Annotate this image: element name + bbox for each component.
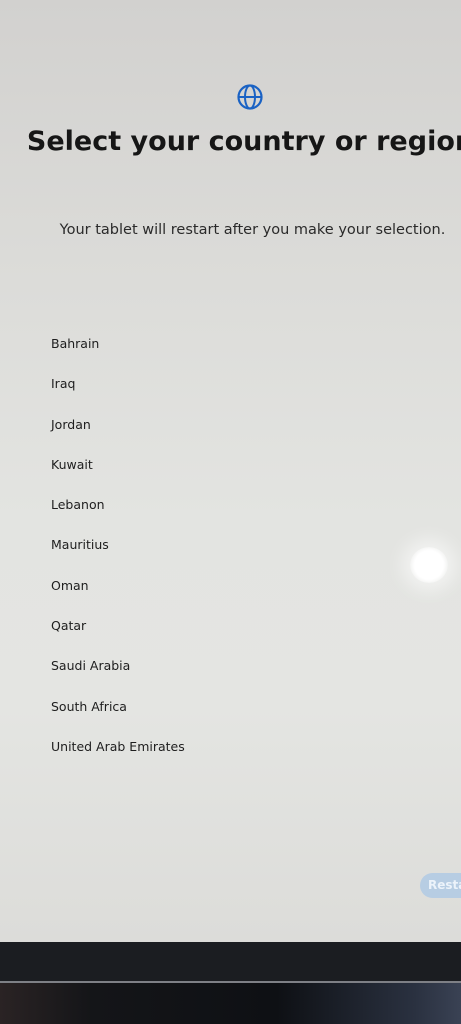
globe-icon bbox=[237, 84, 263, 110]
country-item[interactable]: Iraq bbox=[51, 372, 185, 412]
country-list: Bahrain Iraq Jordan Kuwait Lebanon Mauritius O… bbox=[51, 332, 185, 775]
country-item[interactable]: United Arab Emirates bbox=[51, 735, 185, 775]
country-item[interactable]: Mauritius bbox=[51, 533, 185, 573]
device-bezel bbox=[0, 942, 461, 982]
country-item[interactable]: Lebanon bbox=[51, 493, 185, 533]
restart-button[interactable]: Restart bbox=[420, 873, 461, 898]
country-item[interactable]: Saudi Arabia bbox=[51, 654, 185, 694]
country-item[interactable]: Jordan bbox=[51, 413, 185, 453]
country-item[interactable]: South Africa bbox=[51, 695, 185, 735]
country-item[interactable]: Kuwait bbox=[51, 453, 185, 493]
country-item[interactable]: Oman bbox=[51, 574, 185, 614]
page-title: Select your country or region bbox=[26, 126, 461, 157]
page-subtitle: Your tablet will restart after you make … bbox=[59, 222, 446, 238]
setup-screen: Select your country or region Your table… bbox=[0, 0, 461, 942]
country-item[interactable]: Qatar bbox=[51, 614, 185, 654]
light-glare bbox=[410, 547, 448, 583]
background-surface bbox=[0, 983, 461, 1024]
country-item[interactable]: Bahrain bbox=[51, 332, 185, 372]
